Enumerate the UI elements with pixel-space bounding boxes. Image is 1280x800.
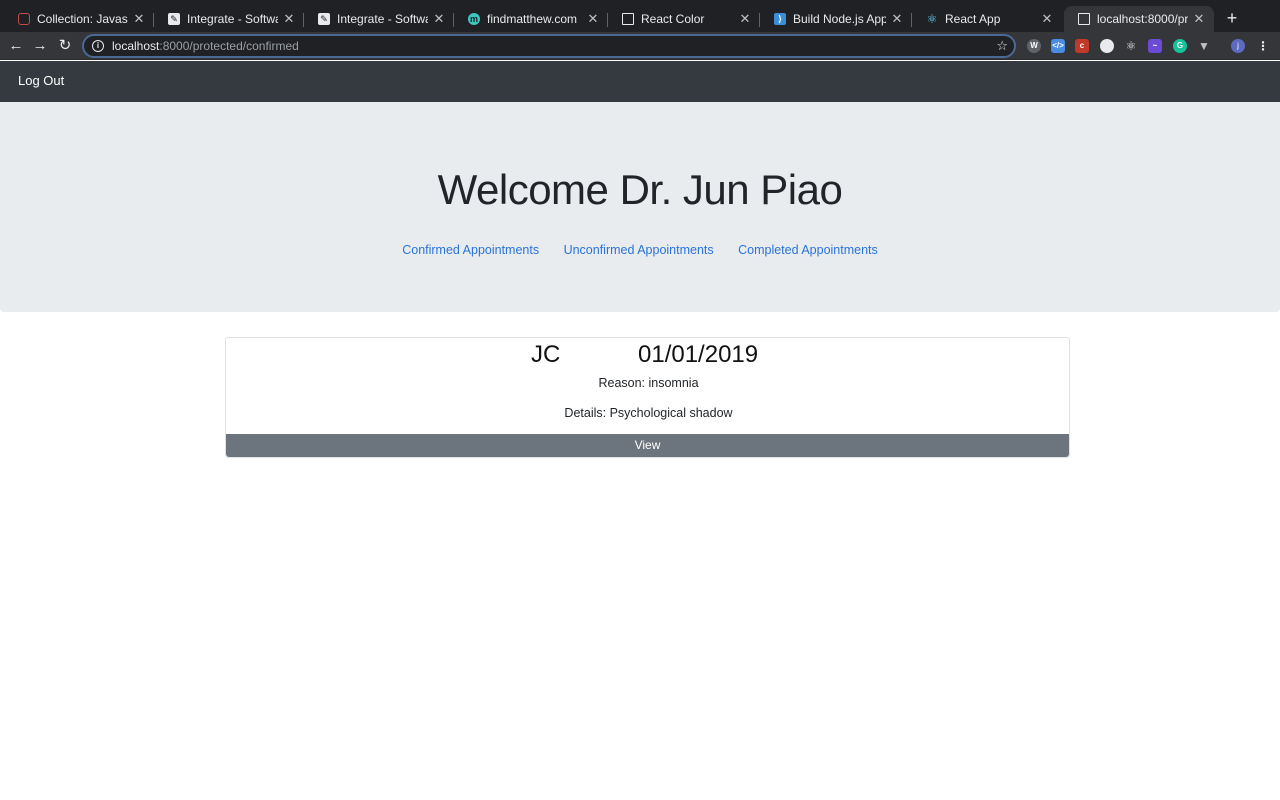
- appointment-details: Details: Psychological shadow: [564, 406, 733, 420]
- code-extension-icon[interactable]: </>: [1051, 39, 1065, 53]
- browser-tab[interactable]: ✎ Integrate - Software En... ✕: [304, 6, 454, 32]
- close-icon[interactable]: ✕: [432, 11, 446, 27]
- appointment-date: 01/01/2019: [638, 341, 759, 368]
- appointment-nav: Confirmed Appointments Unconfirmed Appoi…: [0, 241, 1280, 259]
- close-icon[interactable]: ✕: [1040, 11, 1054, 27]
- browser-tab[interactable]: ✎ Integrate - Software En... ✕: [154, 6, 304, 32]
- browser-tab[interactable]: ⚛ React App ✕: [912, 6, 1062, 32]
- patient-initials: JC: [531, 341, 561, 368]
- react-devtools-icon[interactable]: ⚛: [1124, 39, 1138, 53]
- react-icon: ⚛: [926, 12, 938, 26]
- confirmed-appointments-link[interactable]: Confirmed Appointments: [402, 243, 539, 257]
- address-bar[interactable]: i localhost:8000/protected/confirmed ☆: [82, 34, 1016, 58]
- browser-toolbar: ← → ↻ i localhost:8000/protected/confirm…: [0, 32, 1280, 60]
- browser-tab[interactable]: React Color ✕: [608, 6, 760, 32]
- menu-kebab-icon[interactable]: ⋮: [1256, 39, 1270, 53]
- appointment-header: JC 01/01/2019: [226, 341, 1071, 369]
- page-icon: [622, 13, 634, 25]
- feather-icon: ✎: [318, 13, 330, 25]
- wordpress-extension-icon[interactable]: W: [1027, 39, 1041, 53]
- reload-button[interactable]: ↻: [55, 36, 75, 56]
- url-host: localhost: [112, 39, 160, 53]
- page-title: Welcome Dr. Jun Piao: [437, 166, 843, 213]
- close-icon[interactable]: ✕: [586, 11, 600, 27]
- unconfirmed-appointments-link[interactable]: Unconfirmed Appointments: [564, 243, 714, 257]
- vue-devtools-icon[interactable]: ▼: [1197, 39, 1211, 53]
- cbs-extension-icon[interactable]: c: [1075, 39, 1089, 53]
- extension-icon[interactable]: ~: [1148, 39, 1162, 53]
- logout-link[interactable]: Log Out: [18, 73, 64, 88]
- close-icon[interactable]: ✕: [132, 11, 146, 27]
- welcome-jumbotron: Welcome Dr. Jun Piao Confirmed Appointme…: [0, 102, 1280, 312]
- browser-tab[interactable]: Collection: Javascript | ... ✕: [4, 6, 154, 32]
- vscode-icon: ⟩: [774, 13, 786, 25]
- bookmark-star-icon[interactable]: ☆: [996, 38, 1008, 54]
- page-icon: [1078, 13, 1090, 25]
- new-tab-button[interactable]: +: [1222, 8, 1242, 28]
- close-icon[interactable]: ✕: [890, 11, 904, 27]
- feather-icon: ✎: [168, 13, 180, 25]
- close-icon[interactable]: ✕: [738, 11, 752, 27]
- profile-avatar[interactable]: j: [1231, 39, 1245, 53]
- browser-tab-strip: Collection: Javascript | ... ✕ ✎ Integra…: [0, 0, 1280, 32]
- browser-tab[interactable]: ⟩ Build Node.js Apps with... ✕: [760, 6, 912, 32]
- info-icon[interactable]: i: [92, 40, 104, 52]
- dribbble-icon: [18, 13, 30, 25]
- url-path: :8000/protected/confirmed: [159, 39, 299, 53]
- top-navbar: Log Out: [0, 61, 1280, 102]
- browser-tab[interactable]: m findmatthew.com ✕: [454, 6, 608, 32]
- grammarly-icon[interactable]: G: [1173, 39, 1187, 53]
- completed-appointments-link[interactable]: Completed Appointments: [738, 243, 878, 257]
- close-icon[interactable]: ✕: [282, 11, 296, 27]
- m-logo-icon: m: [468, 13, 480, 25]
- appointment-card: JC 01/01/2019 Reason: insomnia Details: …: [225, 337, 1070, 458]
- forward-button[interactable]: →: [30, 36, 50, 56]
- close-icon[interactable]: ✕: [1192, 11, 1206, 27]
- back-button[interactable]: ←: [6, 36, 26, 56]
- circle-extension-icon[interactable]: [1100, 39, 1114, 53]
- browser-tab-active[interactable]: localhost:8000/protected... ✕: [1064, 6, 1214, 32]
- appointment-reason: Reason: insomnia: [598, 376, 699, 390]
- view-button[interactable]: View: [226, 434, 1069, 457]
